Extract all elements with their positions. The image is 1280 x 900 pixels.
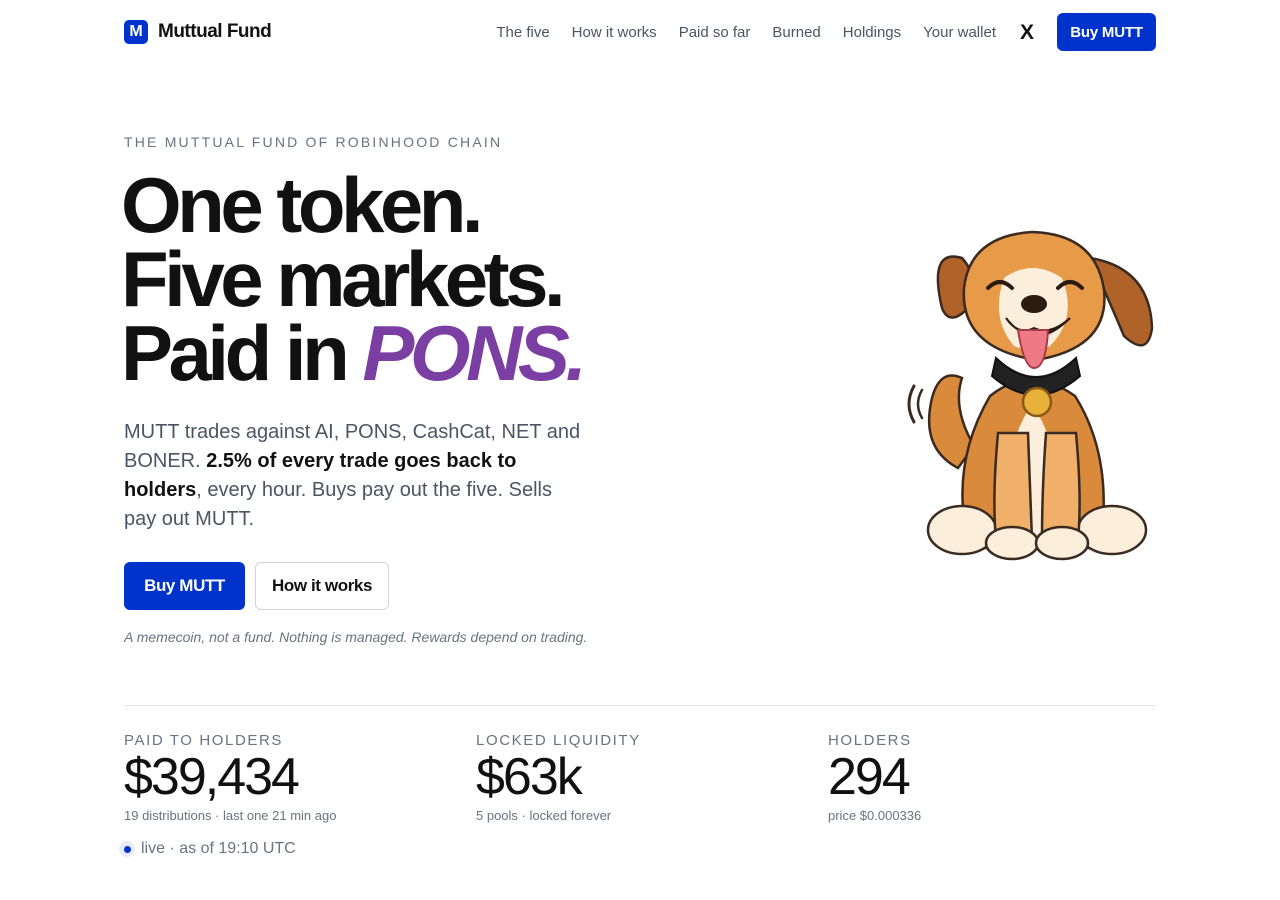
live-status: live · as of 19:10 UTC: [119, 840, 296, 858]
nav-how-it-works[interactable]: How it works: [572, 24, 657, 41]
dog-mascot-illustration: [907, 230, 1154, 561]
stat-subtext: 19 distributions · last one 21 min ago: [124, 808, 337, 823]
header-buy-button[interactable]: Buy MUTT: [1057, 13, 1156, 51]
stat-value: $63k: [476, 748, 583, 806]
headline-accent: PONS.: [362, 309, 587, 397]
live-indicator-icon: [119, 841, 135, 857]
stat-locked-liquidity: LOCKED LIQUIDITY $63k 5 pools · locked f…: [476, 732, 641, 823]
hero-cta-row: Buy MUTT How it works: [124, 562, 389, 610]
headline-line-3: Paid in PONS.: [121, 314, 741, 392]
stat-paid-to-holders: PAID TO HOLDERS $39,434 19 distributions…: [124, 732, 336, 823]
x-social-icon[interactable]: X: [1020, 22, 1034, 43]
brand-mark-icon: M: [124, 20, 148, 44]
hero-eyebrow: THE MUTTUAL FUND OF ROBINHOOD CHAIN: [124, 134, 503, 150]
hero-disclaimer: A memecoin, not a fund. Nothing is manag…: [124, 629, 588, 645]
live-status-text: live · as of 19:10 UTC: [141, 840, 296, 857]
stats-divider: [124, 705, 1156, 706]
site-header: M Muttual Fund The five How it works Pai…: [124, 13, 1156, 51]
headline-line-2: Five markets.: [121, 235, 566, 323]
stat-holders: HOLDERS 294 price $0.000336: [828, 732, 921, 823]
stat-subtext: 5 pools · locked forever: [476, 808, 612, 823]
how-it-works-button[interactable]: How it works: [255, 562, 389, 610]
stat-subtext: price $0.000336: [828, 808, 922, 823]
nav-holdings[interactable]: Holdings: [843, 24, 901, 41]
hero-description: MUTT trades against AI, PONS, CashCat, N…: [124, 418, 584, 534]
nav-the-five[interactable]: The five: [496, 24, 549, 41]
buy-mutt-button[interactable]: Buy MUTT: [124, 562, 245, 610]
headline-line-3-prefix: Paid in: [121, 309, 363, 397]
brand-name: Muttual Fund: [158, 21, 272, 42]
nav-burned[interactable]: Burned: [772, 24, 820, 41]
brand-logo[interactable]: M Muttual Fund: [124, 20, 272, 44]
stat-value: 294: [828, 748, 911, 806]
nav-your-wallet[interactable]: Your wallet: [923, 24, 996, 41]
hero-headline: One token. Five markets. Paid in PONS.: [121, 161, 741, 392]
nav-paid-so-far[interactable]: Paid so far: [679, 24, 751, 41]
headline-line-1: One token.: [121, 161, 484, 249]
main-nav: The five How it works Paid so far Burned…: [496, 24, 996, 41]
stat-value: $39,434: [124, 748, 300, 806]
